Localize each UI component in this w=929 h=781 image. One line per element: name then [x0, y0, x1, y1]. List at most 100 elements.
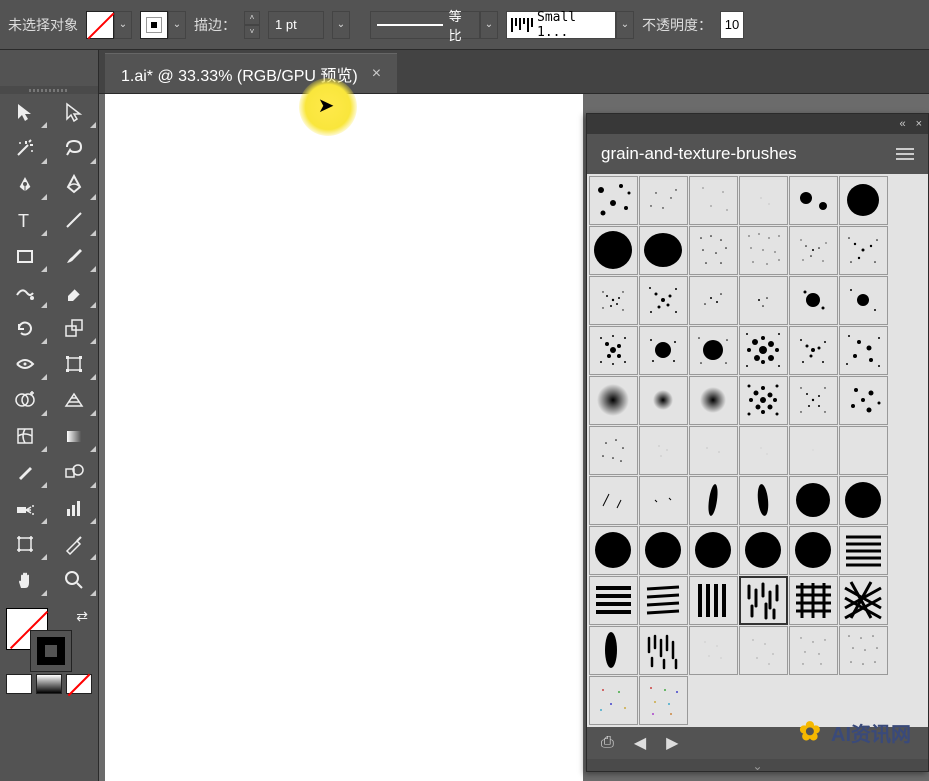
brush-thumb[interactable]	[839, 526, 888, 575]
brush-thumb[interactable]	[639, 476, 688, 525]
profile-dropdown[interactable]: ⌄	[480, 11, 498, 39]
paintbrush-tool[interactable]	[49, 238, 98, 274]
brush-thumb[interactable]	[739, 226, 788, 275]
blend-tool[interactable]	[49, 454, 98, 490]
scale-tool[interactable]	[49, 310, 98, 346]
color-mode-none[interactable]	[66, 674, 92, 694]
brush-thumb[interactable]	[689, 626, 738, 675]
panel-resize-grip[interactable]	[587, 759, 928, 771]
brush-thumb[interactable]	[689, 526, 738, 575]
mesh-tool[interactable]	[0, 418, 49, 454]
brush-thumb[interactable]	[839, 326, 888, 375]
panel-grip[interactable]	[0, 86, 98, 94]
panel-menu-icon[interactable]	[896, 148, 914, 160]
brush-thumb[interactable]	[589, 626, 638, 675]
brush-thumb[interactable]	[639, 226, 688, 275]
lasso-tool[interactable]	[49, 130, 98, 166]
rotate-tool[interactable]	[0, 310, 49, 346]
brush-thumb[interactable]	[589, 276, 638, 325]
brush-thumb[interactable]	[739, 526, 788, 575]
brush-thumb[interactable]	[789, 226, 838, 275]
brush-thumb[interactable]	[689, 176, 738, 225]
stroke-dropdown[interactable]: ⌄	[168, 11, 186, 39]
zoom-tool[interactable]	[49, 562, 98, 598]
brush-thumb[interactable]	[639, 376, 688, 425]
brush-thumb[interactable]	[639, 276, 688, 325]
symbol-sprayer-tool[interactable]	[0, 490, 49, 526]
brush-thumb[interactable]	[839, 626, 888, 675]
slice-tool[interactable]	[49, 526, 98, 562]
eyedropper-tool[interactable]	[0, 454, 49, 490]
brush-thumb[interactable]	[739, 626, 788, 675]
prev-icon[interactable]: ◀	[634, 733, 646, 753]
stroke-box[interactable]	[30, 630, 72, 672]
curvature-tool[interactable]	[49, 166, 98, 202]
magic-wand-tool[interactable]	[0, 130, 49, 166]
stroke-weight-dropdown[interactable]: ⌄	[332, 11, 350, 39]
brush-thumb[interactable]	[689, 576, 738, 625]
column-graph-tool[interactable]	[49, 490, 98, 526]
perspective-grid-tool[interactable]	[49, 382, 98, 418]
line-tool[interactable]	[49, 202, 98, 238]
stroke-profile[interactable]: 等比	[370, 11, 480, 39]
brush-thumb[interactable]	[689, 476, 738, 525]
hand-tool[interactable]	[0, 562, 49, 598]
brush-thumb[interactable]	[739, 476, 788, 525]
type-tool[interactable]: T	[0, 202, 49, 238]
artboard-tool[interactable]	[0, 526, 49, 562]
close-tab-icon[interactable]: ×	[372, 65, 381, 83]
brush-thumb[interactable]	[789, 326, 838, 375]
brush-thumb[interactable]	[789, 576, 838, 625]
stroke-weight-stepper[interactable]: ˄˅	[244, 11, 260, 39]
brush-thumb[interactable]	[789, 276, 838, 325]
brush-thumb[interactable]	[589, 176, 638, 225]
brush-thumb[interactable]	[589, 576, 638, 625]
brush-thumb[interactable]	[689, 326, 738, 375]
document-tab[interactable]: 1.ai* @ 33.33% (RGB/GPU 预览) ×	[105, 53, 397, 93]
brush-thumb[interactable]	[689, 226, 738, 275]
eraser-tool[interactable]	[49, 274, 98, 310]
brush-thumb[interactable]	[839, 576, 888, 625]
color-mode-gradient[interactable]	[36, 674, 62, 694]
brush-thumb[interactable]	[789, 476, 838, 525]
brush-thumb[interactable]	[789, 376, 838, 425]
brush-thumb[interactable]	[689, 376, 738, 425]
brush-thumb[interactable]	[639, 176, 688, 225]
brush-thumb[interactable]	[739, 426, 788, 475]
brush-definition[interactable]: Small 1...	[506, 11, 616, 39]
brush-thumb[interactable]	[639, 326, 688, 375]
panel-close-icon[interactable]: ×	[916, 118, 922, 130]
brush-thumb[interactable]	[689, 276, 738, 325]
selection-tool[interactable]	[0, 94, 49, 130]
free-transform-tool[interactable]	[49, 346, 98, 382]
brush-thumb[interactable]	[589, 476, 638, 525]
brush-thumb[interactable]	[589, 426, 638, 475]
pen-tool[interactable]	[0, 166, 49, 202]
artboard[interactable]: ➤	[105, 94, 583, 781]
brush-thumb[interactable]	[739, 276, 788, 325]
library-icon[interactable]: ⎙	[601, 734, 614, 752]
brush-thumb[interactable]	[739, 376, 788, 425]
brush-thumb[interactable]	[839, 426, 888, 475]
brush-thumb[interactable]	[839, 276, 888, 325]
brush-thumb[interactable]	[589, 676, 638, 725]
brush-thumb[interactable]	[839, 376, 888, 425]
brush-thumb[interactable]	[739, 326, 788, 375]
gradient-tool[interactable]	[49, 418, 98, 454]
brush-thumb[interactable]	[839, 176, 888, 225]
brush-thumb[interactable]	[839, 226, 888, 275]
brush-thumb[interactable]	[639, 426, 688, 475]
width-tool[interactable]	[0, 346, 49, 382]
brush-thumb[interactable]	[639, 526, 688, 575]
next-icon[interactable]: ▶	[666, 733, 678, 753]
fill-dropdown[interactable]: ⌄	[114, 11, 132, 39]
direct-selection-tool[interactable]	[49, 94, 98, 130]
brush-thumb[interactable]	[739, 576, 788, 625]
opacity-field[interactable]: 10	[720, 11, 744, 39]
fill-stroke-control[interactable]: ⇄	[0, 606, 98, 672]
brush-thumb[interactable]	[639, 676, 688, 725]
brush-thumb[interactable]	[589, 326, 638, 375]
brush-dropdown[interactable]: ⌄	[616, 11, 634, 39]
brush-thumb[interactable]	[639, 576, 688, 625]
brush-thumb[interactable]	[589, 526, 638, 575]
